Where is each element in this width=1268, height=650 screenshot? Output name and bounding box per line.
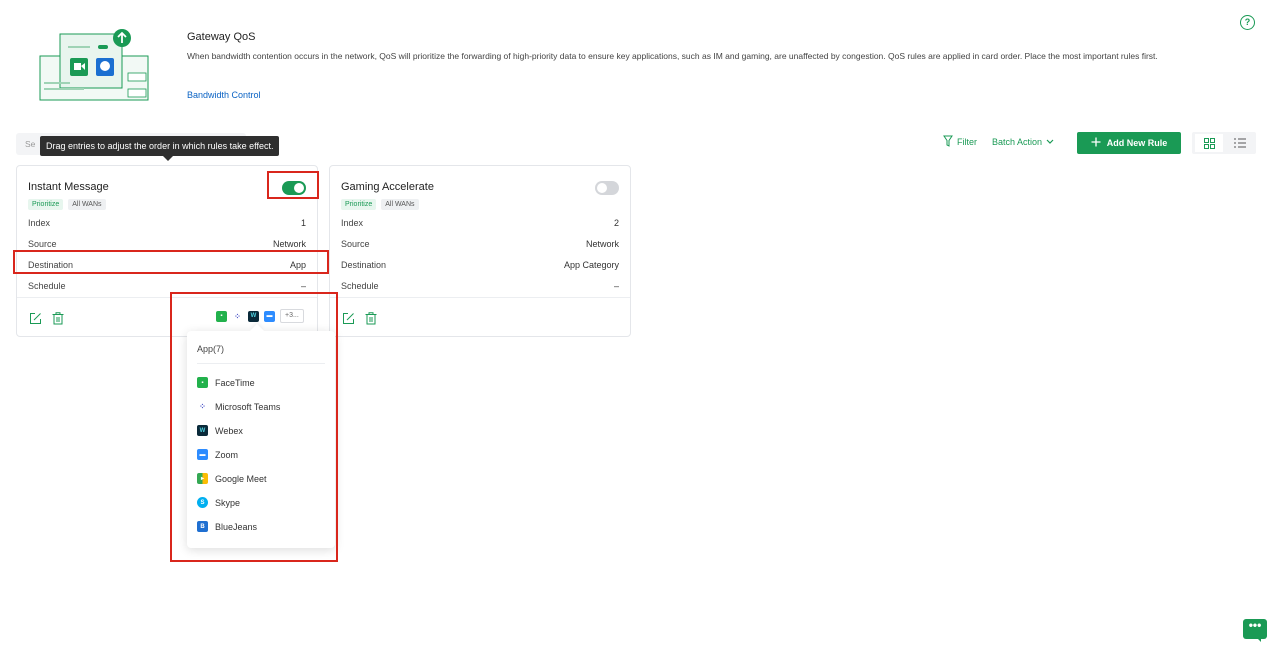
field-label: Index [341,218,364,228]
filter-label: Filter [957,137,977,147]
chevron-down-icon [1046,137,1054,147]
field-row-index: Index 2 [341,218,619,228]
tooltip-arrow [163,156,173,161]
filter-button[interactable]: Filter [943,135,977,149]
toggle-highlight-box [267,171,319,199]
field-value: 2 [613,218,619,228]
destination-highlight-box [13,250,329,274]
prioritize-tag: Prioritize [28,199,64,210]
rule-tags: Prioritize All WANs [341,199,419,210]
chat-support-icon[interactable]: ••• [1243,619,1267,639]
drag-order-tooltip: Drag entries to adjust the order in whic… [40,136,280,156]
field-row-source: Source Network [341,239,619,249]
field-label: Destination [341,260,387,270]
toggle-knob [597,183,607,193]
add-new-rule-button[interactable]: Add New Rule [1077,132,1181,154]
wan-tag: All WANs [381,199,419,210]
filter-icon [943,135,953,149]
field-label: Index [28,218,51,228]
grid-view-icon[interactable] [1195,134,1223,152]
field-value: Network [585,239,619,249]
batch-action-label: Batch Action [992,137,1043,147]
search-placeholder: Se [25,139,36,149]
field-row-index: Index 1 [28,218,306,228]
batch-action-dropdown[interactable]: Batch Action [992,137,1054,147]
field-row-source: Source Network [28,239,306,249]
field-label: Schedule [341,281,379,291]
field-value: – [613,281,619,291]
delete-icon[interactable] [364,311,378,325]
card-actions [28,311,65,325]
field-value: 1 [300,218,306,228]
card-actions [341,311,378,325]
field-label: Schedule [28,281,66,291]
bandwidth-control-link[interactable]: Bandwidth Control [187,90,261,100]
rule-enable-toggle[interactable] [595,181,619,195]
card-divider [330,297,630,298]
field-label: Source [341,239,370,249]
field-row-schedule: Schedule – [341,281,619,291]
field-row-schedule: Schedule – [28,281,306,291]
app-list-highlight-box [170,292,338,562]
rule-card-gaming-accelerate[interactable]: Gaming Accelerate Prioritize All WANs In… [329,165,631,337]
add-new-rule-label: Add New Rule [1106,138,1168,148]
rule-name: Instant Message [28,181,109,193]
delete-icon[interactable] [51,311,65,325]
list-view-icon[interactable] [1226,134,1254,152]
rule-tags: Prioritize All WANs [28,199,106,210]
edit-icon[interactable] [28,311,42,325]
field-value: Network [272,239,306,249]
view-mode-toggle [1192,132,1256,154]
page-title: Gateway QoS [187,31,256,43]
field-label: Source [28,239,57,249]
field-row-destination: Destination App Category [341,260,619,270]
edit-icon[interactable] [341,311,355,325]
wan-tag: All WANs [68,199,106,210]
field-value: – [300,281,306,291]
prioritize-tag: Prioritize [341,199,377,210]
help-icon[interactable]: ? [1240,15,1255,30]
rule-name: Gaming Accelerate [341,181,434,193]
chat-bubble-tail [1256,637,1261,642]
page-description: When bandwidth contention occurs in the … [187,51,1158,61]
plus-icon [1091,137,1101,149]
field-value: App Category [563,260,619,270]
gateway-qos-illustration [38,26,150,102]
